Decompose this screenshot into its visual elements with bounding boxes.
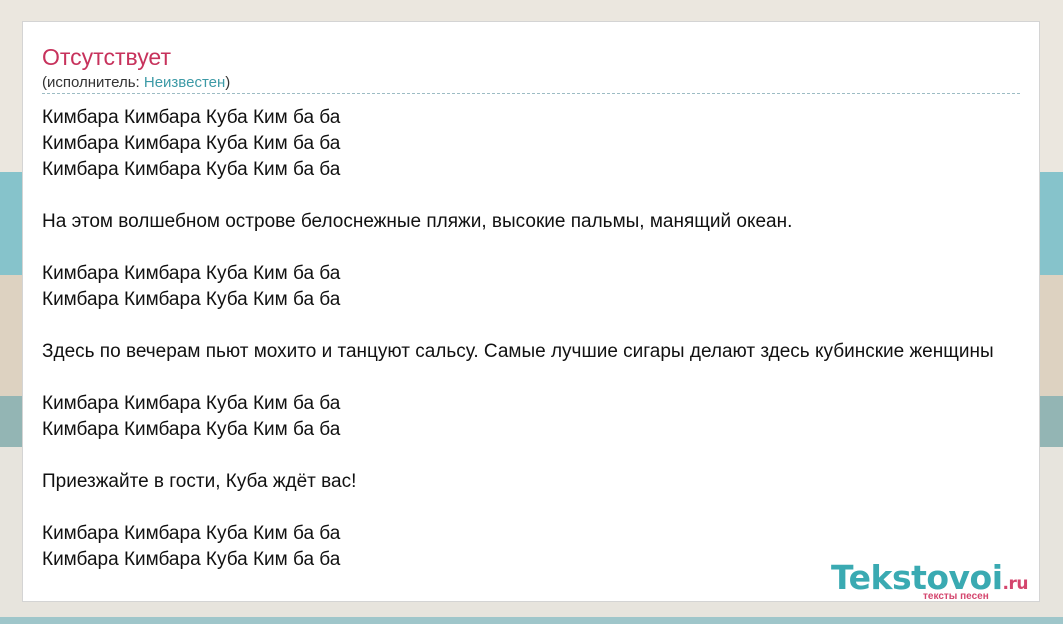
lyrics-blank-line — [42, 235, 1039, 261]
lyrics-line: Кимбара Кимбара Куба Ким ба ба — [42, 107, 341, 128]
lyrics-line: Кимбара Кимбара Куба Ким ба ба — [42, 289, 341, 310]
lyrics-blank-line — [42, 183, 1039, 209]
lyrics-line: Кимбара Кимбара Куба Ким ба ба — [42, 393, 341, 414]
lyrics-line: Кимбара Кимбара Куба Ким ба ба — [42, 523, 341, 544]
background-bottom-stripe — [0, 617, 1063, 624]
logo-tagline: тексты песен — [923, 591, 989, 602]
divider — [42, 93, 1020, 94]
lyrics-blank-line — [42, 365, 1039, 391]
lyrics-line: Кимбара Кимбара Куба Ким ба ба — [42, 263, 341, 284]
site-logo[interactable]: Tekstovoi.ru тексты песен — [831, 558, 1039, 602]
song-title: Отсутствует — [42, 44, 171, 70]
logo-domain: .ru — [1002, 574, 1029, 594]
lyrics-blank-line — [42, 495, 1039, 521]
artist-suffix: ) — [225, 74, 231, 91]
lyrics-line: Кимбара Кимбара Куба Ким ба ба — [42, 159, 341, 180]
artist-line: (исполнитель: Неизвестен) — [42, 74, 230, 91]
lyrics-card: Отсутствует (исполнитель: Неизвестен) Ки… — [22, 21, 1040, 602]
lyrics-blank-line — [42, 443, 1039, 469]
lyrics-line: Здесь по вечерам пьют мохито и танцуют с… — [42, 341, 994, 362]
lyrics-text: Кимбара Кимбара Куба Ким ба ба Кимбара Ки… — [42, 105, 1039, 573]
lyrics-line: Приезжайте в гости, Куба ждёт вас! — [42, 471, 357, 492]
lyrics-line: Кимбара Кимбара Куба Ким ба ба — [42, 133, 341, 154]
lyrics-line: На этом волшебном острове белоснежные пл… — [42, 211, 793, 232]
lyrics-blank-line — [42, 313, 1039, 339]
artist-link[interactable]: Неизвестен — [144, 74, 225, 91]
lyrics-line: Кимбара Кимбара Куба Ким ба ба — [42, 419, 341, 440]
artist-prefix: (исполнитель: — [42, 74, 144, 91]
